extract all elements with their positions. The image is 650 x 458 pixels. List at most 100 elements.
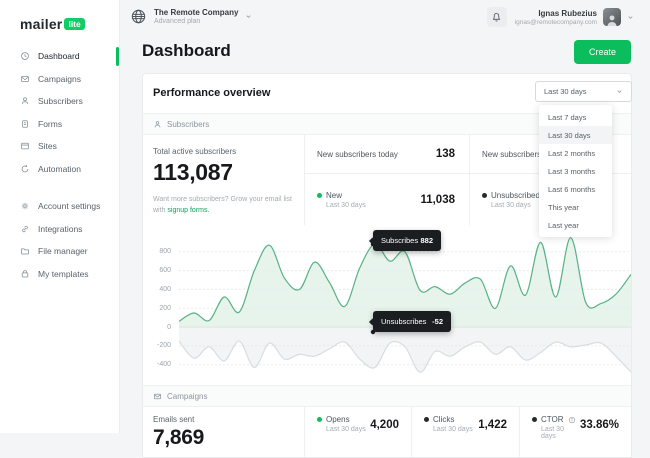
sidebar-item-label: Dashboard <box>38 51 80 61</box>
clicks-period: Last 30 days <box>424 426 473 433</box>
y-axis-tick-label: -200 <box>157 342 171 349</box>
total-subscribers-value: 113,087 <box>153 159 292 186</box>
company-plan: Advanced plan <box>154 18 238 25</box>
gear-icon <box>20 201 30 211</box>
emails-sent-value: 7,869 <box>153 426 304 450</box>
y-axis-tick-label: 200 <box>159 305 171 312</box>
chevron-down-icon <box>245 13 252 20</box>
sidebar-group-divider <box>0 180 119 195</box>
company-switcher[interactable]: The Remote Company Advanced plan <box>130 8 252 25</box>
signup-forms-link[interactable]: signup forms. <box>167 207 209 214</box>
new-period: Last 30 days <box>317 202 366 209</box>
range-option-last-30-days[interactable]: Last 30 days <box>539 126 612 144</box>
chart-y-axis: 8006004002000-200-400 <box>149 225 171 385</box>
notifications-button[interactable] <box>487 7 507 27</box>
globe-icon <box>130 8 147 25</box>
y-axis-tick-label: 400 <box>159 286 171 293</box>
clicks-label: Clicks <box>433 415 454 424</box>
performance-overview-card: Performance overview Last 30 days Last 7… <box>142 73 632 458</box>
subscribers-section-title: Subscribers <box>167 120 209 129</box>
avatar <box>603 8 621 26</box>
ctor-label: CTOR <box>541 415 564 424</box>
sidebar-item-label: My templates <box>38 269 89 279</box>
y-axis-tick-label: 0 <box>167 324 171 331</box>
clicks-value: 1,422 <box>478 419 507 457</box>
range-option-last-7-days[interactable]: Last 7 days <box>539 108 612 126</box>
unsub-label: Unsubscribed <box>491 191 540 200</box>
sidebar-item-integrations[interactable]: Integrations <box>0 218 119 241</box>
new-subscribers-today-cell: New subscribers today 138 <box>304 135 469 174</box>
subscribes-tooltip-value: 882 <box>420 236 433 245</box>
sidebar-item-campaigns[interactable]: Campaigns <box>0 68 119 91</box>
date-range-select[interactable]: Last 30 days <box>535 81 632 102</box>
unsubscribes-tooltip-label: Unsubscribes <box>381 317 426 326</box>
automation-icon <box>20 164 30 174</box>
performance-chart-svg <box>179 233 631 376</box>
sidebar-item-automation[interactable]: Automation <box>0 158 119 181</box>
sidebar-item-sites[interactable]: Sites <box>0 135 119 158</box>
sidebar-item-label: Campaigns <box>38 74 81 84</box>
sidebar-item-account-settings[interactable]: Account settings <box>0 195 119 218</box>
sidebar: mailer lite Dashboard Campaigns Subscrib… <box>0 0 120 433</box>
date-range-dropdown: Last 7 days Last 30 days Last 2 months L… <box>539 105 612 237</box>
sidebar-item-dashboard[interactable]: Dashboard <box>0 45 119 68</box>
sidebar-item-file-manager[interactable]: File manager <box>0 240 119 263</box>
ctor-value: 33.86% <box>580 419 619 457</box>
card-title: Performance overview <box>153 87 270 99</box>
create-button[interactable]: Create <box>574 40 631 64</box>
y-axis-tick-label: 800 <box>159 248 171 255</box>
mailerlite-logo[interactable]: mailer lite <box>0 0 119 45</box>
sidebar-item-label: Forms <box>38 119 62 129</box>
green-dot-icon <box>317 193 322 198</box>
person-icon <box>153 120 162 129</box>
ctor-meta: CTOR Last 30 days <box>532 415 580 457</box>
ctor-period: Last 30 days <box>532 426 580 440</box>
templates-icon <box>20 269 30 279</box>
emails-sent-cell: Emails sent 7,869 <box>143 407 304 457</box>
company-name: The Remote Company <box>154 8 238 17</box>
green-dot-icon <box>317 417 322 422</box>
campaigns-section-title: Campaigns <box>167 392 207 401</box>
user-email: ignas@remotecompany.com <box>515 19 597 26</box>
sidebar-item-label: File manager <box>38 246 88 256</box>
new-stat-meta: New Last 30 days <box>317 191 366 209</box>
opens-value: 4,200 <box>370 419 399 457</box>
range-option-this-year[interactable]: This year <box>539 198 612 216</box>
total-subscribers-cell: Total active subscribers 113,087 Want mo… <box>143 135 304 225</box>
sidebar-item-label: Account settings <box>38 201 100 211</box>
campaigns-icon <box>20 74 30 84</box>
ctor-cell: CTOR Last 30 days 33.86% <box>519 407 631 457</box>
new-today-value: 138 <box>436 148 455 160</box>
unsub-stat-meta: Unsubscribed Last 30 days <box>482 191 540 209</box>
sites-icon <box>20 141 30 151</box>
range-option-last-3-months[interactable]: Last 3 months <box>539 162 612 180</box>
card-header: Performance overview Last 30 days Last 7… <box>143 74 631 113</box>
unsub-period: Last 30 days <box>482 202 540 209</box>
info-icon[interactable] <box>568 416 576 424</box>
date-range-value: Last 30 days <box>544 87 587 96</box>
dark-dot-icon <box>424 417 429 422</box>
new-today-label: New subscribers today <box>317 150 398 159</box>
campaigns-section-header: Campaigns <box>143 385 631 407</box>
range-option-last-6-months[interactable]: Last 6 months <box>539 180 612 198</box>
range-option-last-2-months[interactable]: Last 2 months <box>539 144 612 162</box>
range-option-last-year[interactable]: Last year <box>539 216 612 234</box>
y-axis-tick-label: -400 <box>157 361 171 368</box>
sidebar-item-forms[interactable]: Forms <box>0 113 119 136</box>
sidebar-item-label: Subscribers <box>38 96 83 106</box>
new-value: 11,038 <box>420 194 455 206</box>
unsubscribes-tooltip-value: -52 <box>432 317 443 326</box>
logo-text: mailer <box>20 16 62 32</box>
sidebar-item-subscribers[interactable]: Subscribers <box>0 90 119 113</box>
new-last-30-days-cell: New Last 30 days 11,038 <box>304 174 469 225</box>
sidebar-item-my-templates[interactable]: My templates <box>0 263 119 286</box>
user-menu[interactable]: Ignas Rubezius ignas@remotecompany.com <box>515 8 634 26</box>
sidebar-item-label: Sites <box>38 141 57 151</box>
clicks-cell: Clicks Last 30 days 1,422 <box>411 407 519 457</box>
integrations-icon <box>20 224 30 234</box>
sidebar-item-label: Automation <box>38 164 81 174</box>
chevron-down-icon <box>616 88 623 95</box>
subscribers-hint: Want more subscribers? Grow your email l… <box>153 194 303 216</box>
clicks-meta: Clicks Last 30 days <box>424 415 473 457</box>
subscribes-tooltip: Subscribes 882 <box>373 230 441 251</box>
